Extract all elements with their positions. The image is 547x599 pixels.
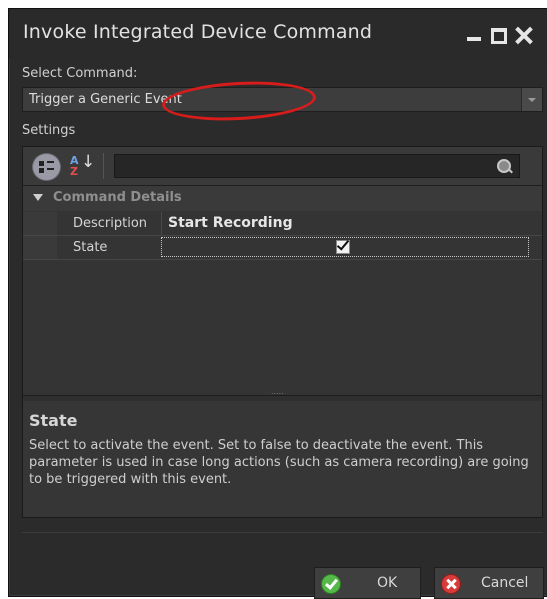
property-grid-toolbar: AZ ↓ xyxy=(23,147,542,186)
property-search-input[interactable] xyxy=(114,154,520,178)
chevron-down-icon[interactable] xyxy=(521,88,542,111)
category-command-details[interactable]: Command Details xyxy=(23,186,542,211)
category-name: Command Details xyxy=(53,190,182,205)
window-title: Invoke Integrated Device Command xyxy=(23,21,373,43)
cancel-button-label: Cancel xyxy=(481,575,529,591)
property-row-description[interactable]: Description Start Recording xyxy=(23,212,542,236)
state-value-cell[interactable] xyxy=(161,237,529,257)
close-icon[interactable] xyxy=(514,26,532,44)
invoke-command-dialog: Invoke Integrated Device Command Select … xyxy=(8,8,547,599)
title-bar[interactable]: Invoke Integrated Device Command xyxy=(9,9,547,59)
search-icon[interactable] xyxy=(497,159,511,173)
help-title: State xyxy=(29,411,78,430)
sort-arrow-icon: ↓ xyxy=(81,152,96,172)
annotation-circle xyxy=(161,77,317,125)
checkmark-icon xyxy=(321,574,341,594)
footer-divider xyxy=(22,532,543,533)
ok-button[interactable]: OK xyxy=(314,567,421,599)
row-gutter xyxy=(23,236,57,259)
help-text: Select to activate the event. Set to fal… xyxy=(29,438,529,487)
property-row-state[interactable]: State xyxy=(23,236,542,260)
help-panel: State Select to activate the event. Set … xyxy=(23,401,542,517)
column-divider xyxy=(161,212,162,235)
categorized-view-icon[interactable] xyxy=(32,153,61,181)
property-name: State xyxy=(73,240,108,255)
settings-label: Settings xyxy=(22,123,76,138)
expand-triangle-icon[interactable] xyxy=(33,194,43,201)
toolbar-divider xyxy=(103,153,104,179)
property-value-description[interactable]: Start Recording xyxy=(168,215,293,231)
cancel-button[interactable]: Cancel xyxy=(434,567,544,599)
row-gutter xyxy=(23,212,57,235)
maximize-icon[interactable] xyxy=(489,26,507,44)
select-command-label: Select Command: xyxy=(22,66,138,81)
alphabetical-sort-icon[interactable]: AZ ↓ xyxy=(65,154,97,178)
ok-button-label: OK xyxy=(377,575,398,591)
state-checkbox[interactable] xyxy=(336,240,350,254)
property-grid: AZ ↓ Command Details Description Start R… xyxy=(22,146,543,518)
cancel-x-icon xyxy=(441,574,461,594)
minimize-icon[interactable] xyxy=(465,26,483,44)
sort-glyph-z: Z xyxy=(70,165,78,178)
property-name: Description xyxy=(73,216,148,231)
select-command-value: Trigger a Generic Event xyxy=(29,92,182,107)
